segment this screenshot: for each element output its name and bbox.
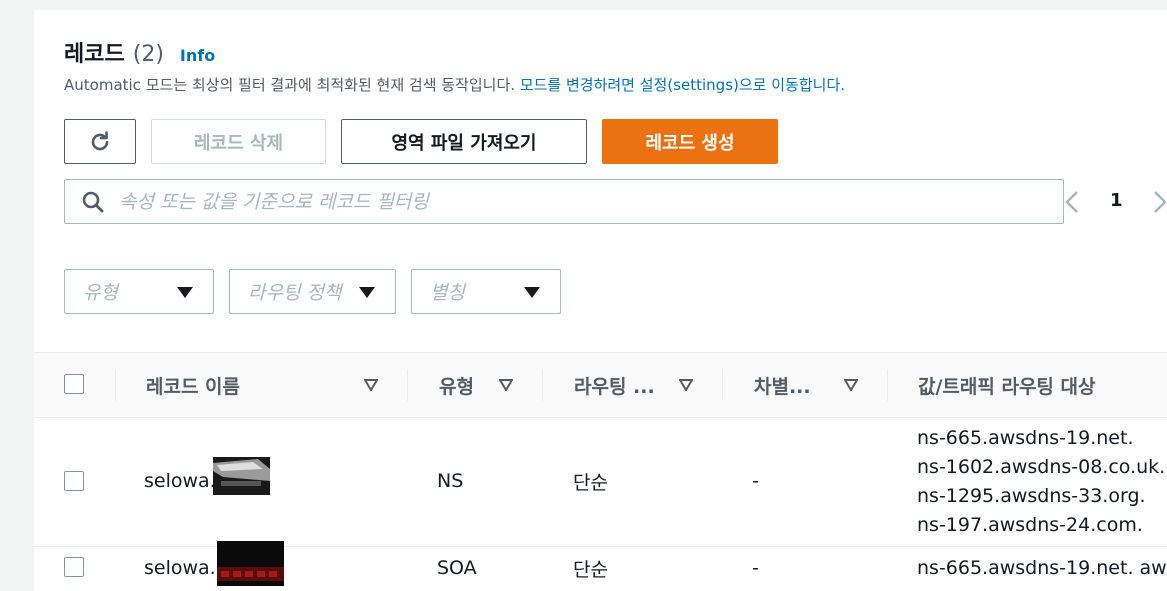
delete-record-button[interactable]: 레코드 삭제 xyxy=(151,119,326,164)
sort-down-icon[interactable] xyxy=(499,379,513,391)
refresh-icon xyxy=(91,130,109,150)
create-record-button[interactable]: 레코드 생성 xyxy=(602,119,778,164)
select-all-checkbox[interactable] xyxy=(64,374,84,394)
row-divider xyxy=(34,546,1167,547)
column-header-differentiator[interactable]: 차별... xyxy=(754,353,811,417)
alias-filter-placeholder: 별칭 xyxy=(430,282,465,304)
column-divider xyxy=(542,369,543,401)
record-count: (2) xyxy=(132,42,164,67)
info-link[interactable]: Info xyxy=(180,46,215,65)
column-header-value[interactable]: 값/트래픽 라우팅 대상 xyxy=(918,353,1096,417)
alias-filter-select[interactable]: 별칭 xyxy=(411,269,561,314)
record-value: ns-197.awsdns-24.com. xyxy=(917,514,1143,536)
differentiator: - xyxy=(752,470,759,492)
type-filter-placeholder: 유형 xyxy=(83,282,118,304)
caret-down-icon xyxy=(177,287,193,298)
search-field xyxy=(64,179,1064,224)
record-type: SOA xyxy=(437,557,477,579)
record-value: ns-1602.awsdns-08.co.uk. xyxy=(917,456,1166,478)
column-divider xyxy=(887,369,888,401)
row-checkbox[interactable] xyxy=(64,471,84,491)
search-input[interactable] xyxy=(119,190,1019,213)
redacted-image xyxy=(213,457,270,495)
refresh-button[interactable] xyxy=(64,119,136,164)
caret-down-icon xyxy=(359,287,375,298)
import-zone-file-button[interactable]: 영역 파일 가져오기 xyxy=(341,119,587,164)
record-name[interactable]: selowa. xyxy=(144,470,216,492)
column-header-record-name[interactable]: 레코드 이름 xyxy=(146,353,240,417)
column-divider xyxy=(722,369,723,401)
search-icon xyxy=(82,191,104,212)
row-checkbox[interactable] xyxy=(64,557,84,577)
mode-description-text: Automatic 모드는 최상의 필터 결과에 최적화된 현재 검색 동작입니… xyxy=(64,76,520,94)
column-divider xyxy=(407,369,408,401)
routing-policy-filter-select[interactable]: 라우팅 정책 xyxy=(229,269,396,314)
chevron-right-icon[interactable] xyxy=(1150,186,1167,218)
current-page[interactable]: 1 xyxy=(1110,190,1123,211)
redacted-image xyxy=(217,541,284,586)
table-header: 레코드 이름 유형 라우팅 ... 차별... 값/트래픽 라우팅 대상 xyxy=(34,352,1167,418)
routing-filter-placeholder: 라우팅 정책 xyxy=(248,282,342,304)
page-title: 레코드 (2) Info xyxy=(64,36,215,68)
record-value: ns-665.awsdns-19.net. xyxy=(917,427,1134,449)
column-header-routing[interactable]: 라우팅 ... xyxy=(574,353,655,417)
type-filter-select[interactable]: 유형 xyxy=(64,269,214,314)
page-title-text: 레코드 xyxy=(64,42,125,67)
sort-down-icon[interactable] xyxy=(844,379,858,391)
differentiator: - xyxy=(752,557,759,579)
sort-down-icon[interactable] xyxy=(679,379,693,391)
record-value: ns-1295.awsdns-33.org. xyxy=(917,485,1146,507)
record-value: ns-665.awsdns-19.net. aw xyxy=(917,557,1167,579)
sort-down-icon[interactable] xyxy=(364,379,378,391)
caret-down-icon xyxy=(524,287,540,298)
routing-policy: 단순 xyxy=(573,472,608,494)
routing-policy: 단순 xyxy=(573,559,608,581)
record-name[interactable]: selowa. xyxy=(144,557,216,579)
record-type: NS xyxy=(437,470,464,492)
mode-description: Automatic 모드는 최상의 필터 결과에 최적화된 현재 검색 동작입니… xyxy=(64,74,845,95)
column-divider xyxy=(115,369,116,401)
settings-link[interactable]: 모드를 변경하려면 설정(settings)으로 이동합니다. xyxy=(520,76,845,94)
chevron-left-icon[interactable] xyxy=(1062,186,1082,218)
column-header-type[interactable]: 유형 xyxy=(439,353,474,417)
